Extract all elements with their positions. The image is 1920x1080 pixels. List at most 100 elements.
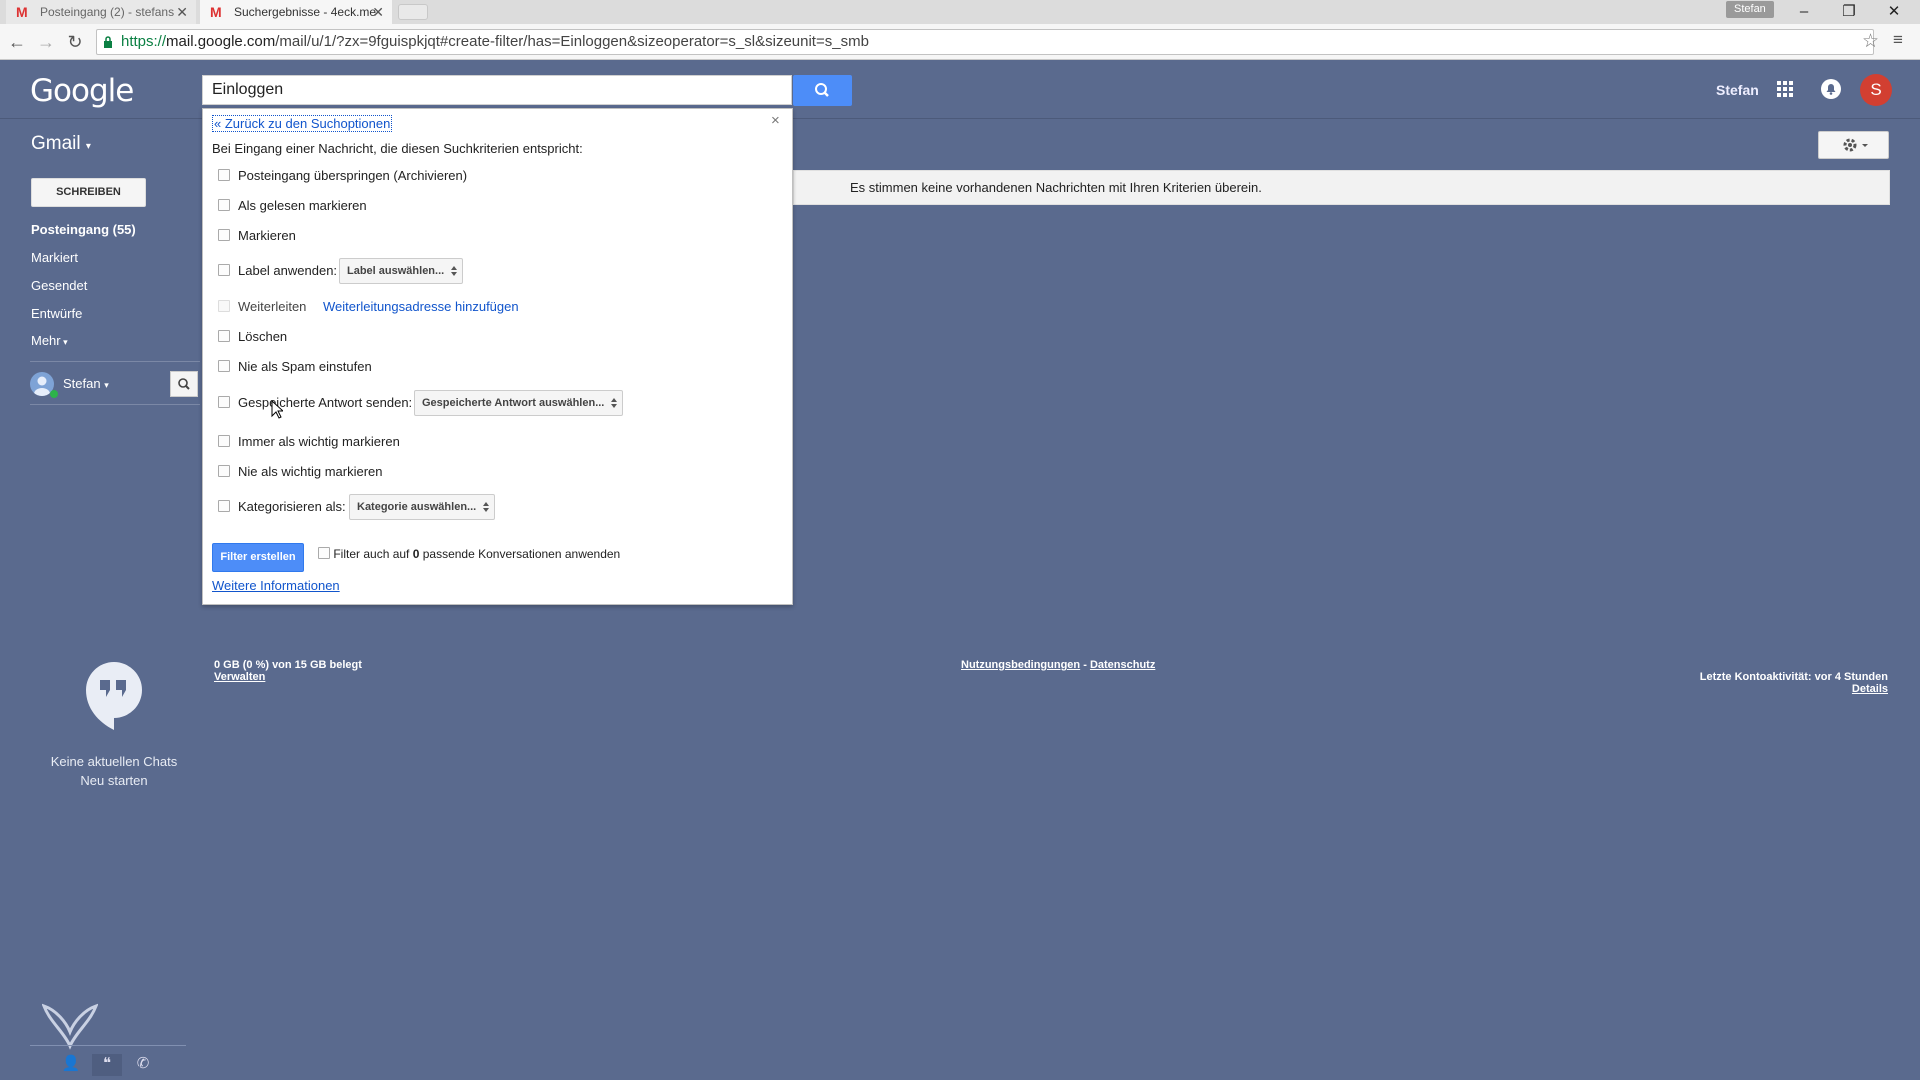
- phone-icon[interactable]: ✆: [128, 1054, 158, 1076]
- delete-checkbox[interactable]: [218, 330, 230, 342]
- sidebar-divider: [30, 361, 200, 362]
- url-scheme: https://: [121, 33, 167, 50]
- close-tab-icon[interactable]: ✕: [176, 0, 188, 24]
- close-icon[interactable]: ×: [771, 112, 780, 129]
- option-label: Markieren: [238, 228, 296, 243]
- option-label: Posteingang überspringen (Archivieren): [238, 168, 468, 183]
- option-label: Löschen: [238, 329, 288, 344]
- select-arrows-icon: [451, 266, 458, 276]
- google-logo[interactable]: Google: [30, 73, 134, 109]
- terms-link[interactable]: Nutzungsbedingungen: [961, 659, 1080, 671]
- category-select[interactable]: Kategorie auswählen...: [349, 494, 496, 520]
- add-forwarding-address-link[interactable]: Weiterleitungsadresse hinzufügen: [323, 299, 519, 314]
- browser-tab-inbox[interactable]: M Posteingang (2) - stefans ✕: [6, 0, 196, 24]
- tab-title: Posteingang (2) - stefans: [40, 5, 175, 19]
- search-icon: [178, 378, 190, 390]
- search-icon: [815, 83, 829, 97]
- contacts-icon[interactable]: 👤: [56, 1054, 86, 1076]
- browser-toolbar: ← → ↻ https://mail.google.com/mail/u/1/?…: [0, 24, 1920, 60]
- sidebar-item-starred[interactable]: Markiert: [31, 250, 78, 265]
- forward-arrow-icon[interactable]: →: [34, 30, 58, 54]
- gear-icon: [1843, 138, 1868, 152]
- forward-checkbox[interactable]: [218, 300, 230, 312]
- people-search-button[interactable]: [170, 371, 198, 397]
- apps-grid-icon[interactable]: [1777, 81, 1793, 97]
- bookmark-star-icon[interactable]: ☆: [1862, 30, 1879, 53]
- sidebar-item-inbox[interactable]: Posteingang (55): [31, 222, 136, 237]
- manage-storage-link[interactable]: Verwalten: [214, 671, 265, 683]
- canned-response-checkbox[interactable]: [218, 396, 230, 408]
- option-label: Label anwenden:: [238, 263, 338, 278]
- skip-inbox-checkbox[interactable]: [218, 169, 230, 181]
- online-status-icon: [50, 390, 58, 398]
- header-user-name[interactable]: Stefan: [1716, 82, 1759, 98]
- sidebar-item-sent[interactable]: Gesendet: [31, 278, 87, 293]
- always-important-checkbox[interactable]: [218, 435, 230, 447]
- option-label: Nie als Spam einstufen: [238, 359, 372, 374]
- account-avatar[interactable]: S: [1860, 74, 1892, 106]
- star-checkbox[interactable]: [218, 229, 230, 241]
- option-label: Nie als wichtig markieren: [238, 464, 383, 479]
- browser-profile-chip[interactable]: Stefan: [1726, 1, 1774, 18]
- back-to-search-options-link[interactable]: « Zurück zu den Suchoptionen: [212, 115, 393, 132]
- browser-tab-search-results[interactable]: M Suchergebnisse - 4eck.me ✕: [200, 0, 392, 24]
- settings-button[interactable]: [1818, 131, 1889, 159]
- start-new-chat-link[interactable]: Neu starten: [30, 773, 198, 788]
- tab-title: Suchergebnisse - 4eck.me: [234, 5, 377, 19]
- gmail-product-menu[interactable]: Gmail ▾: [31, 133, 91, 155]
- reload-icon[interactable]: ↻: [63, 30, 87, 54]
- option-label: Immer als wichtig markieren: [238, 434, 400, 449]
- more-info-link[interactable]: Weitere Informationen: [212, 578, 340, 593]
- activity-details-link[interactable]: Details: [1852, 683, 1888, 695]
- url-host: mail.google.com: [166, 33, 276, 50]
- sidebar-item-drafts[interactable]: Entwürfe: [31, 306, 82, 321]
- compose-button[interactable]: SCHREIBEN: [31, 178, 146, 207]
- option-label: Weiterleiten: [238, 299, 307, 314]
- mouse-cursor-icon: [271, 400, 283, 419]
- select-arrows-icon: [611, 398, 618, 408]
- browser-menu-icon[interactable]: ≡: [1893, 30, 1903, 50]
- chat-user-name: Stefan ▾: [63, 376, 109, 391]
- footer-legal-links: Nutzungsbedingungen - Datenschutz: [961, 659, 1155, 671]
- restore-icon[interactable]: ❐: [1827, 0, 1871, 24]
- apply-also-prefix: Filter auch auf: [333, 547, 413, 561]
- apply-to-matching-checkbox[interactable]: [318, 547, 330, 559]
- apply-label-checkbox[interactable]: [218, 264, 230, 276]
- close-tab-icon[interactable]: ✕: [372, 0, 384, 24]
- label-select[interactable]: Label auswählen...: [339, 258, 464, 284]
- chevron-down-icon: ▾: [60, 337, 68, 347]
- address-bar[interactable]: https://mail.google.com/mail/u/1/?zx=9fg…: [96, 29, 1874, 55]
- categorize-checkbox[interactable]: [218, 500, 230, 512]
- canned-response-select[interactable]: Gespeicherte Antwort auswählen...: [414, 390, 624, 416]
- never-important-checkbox[interactable]: [218, 465, 230, 477]
- sidebar-divider: [30, 404, 200, 405]
- back-arrow-icon[interactable]: ←: [5, 30, 29, 54]
- more-label: Mehr: [31, 333, 61, 348]
- never-spam-checkbox[interactable]: [218, 360, 230, 372]
- chat-bottom-bar: 👤 ❝ ✆: [30, 1045, 186, 1080]
- gmail-favicon-icon: M: [210, 4, 222, 20]
- notifications-bell-icon[interactable]: [1821, 79, 1841, 99]
- create-filter-button[interactable]: Filter erstellen: [212, 543, 304, 572]
- option-label: Kategorisieren als:: [238, 499, 346, 514]
- sidebar-item-more[interactable]: Mehr ▾: [31, 333, 68, 348]
- lock-icon: [104, 36, 112, 48]
- url-path: /mail/u/1/?zx=9fguispkjqt#create-filter/…: [275, 33, 869, 50]
- search-input[interactable]: Einloggen: [202, 75, 792, 105]
- gmail-favicon-icon: M: [16, 4, 28, 20]
- option-label: Als gelesen markieren: [238, 198, 367, 213]
- select-arrows-icon: [483, 502, 490, 512]
- minimize-icon[interactable]: –: [1782, 0, 1826, 24]
- new-tab-button[interactable]: [398, 4, 428, 20]
- filter-intro-text: Bei Eingang einer Nachricht, die diesen …: [212, 141, 583, 156]
- hangouts-icon[interactable]: ❝: [92, 1054, 122, 1076]
- last-activity: Letzte Kontoaktivität: vor 4 Stunden: [1699, 671, 1888, 683]
- browser-tab-strip: M Posteingang (2) - stefans ✕ M Sucherge…: [0, 0, 1920, 24]
- mark-read-checkbox[interactable]: [218, 199, 230, 211]
- privacy-link[interactable]: Datenschutz: [1090, 659, 1155, 671]
- category-select-value: Kategorie auswählen...: [357, 501, 477, 513]
- no-chats-text: Keine aktuellen Chats: [50, 754, 178, 769]
- option-label: Gespeicherte Antwort senden:: [238, 395, 413, 410]
- search-button[interactable]: [793, 75, 852, 106]
- close-window-icon[interactable]: ✕: [1872, 0, 1916, 24]
